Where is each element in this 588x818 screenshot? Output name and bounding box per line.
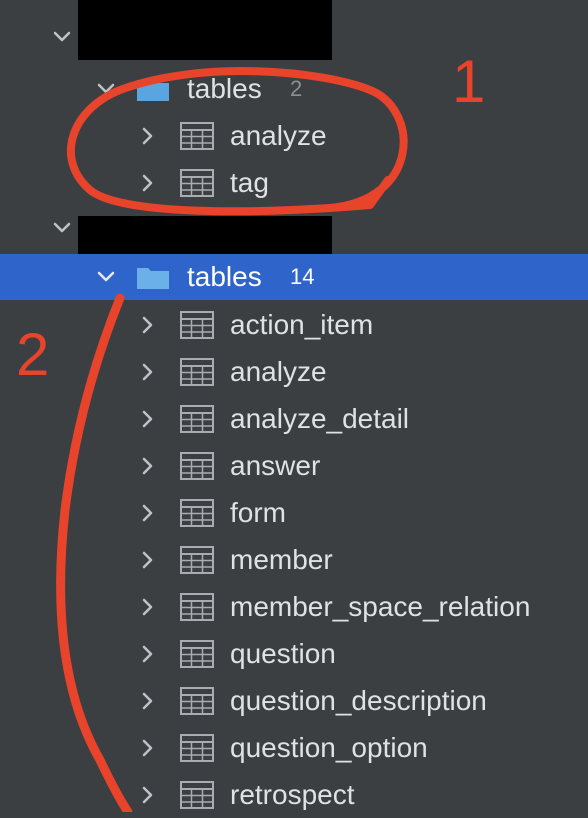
table-name: answer	[230, 450, 321, 481]
chevron-right-icon[interactable]	[136, 360, 160, 384]
chevron-down-icon[interactable]	[94, 265, 118, 289]
table-name: analyze_detail	[230, 403, 410, 434]
table-name: form	[230, 497, 286, 528]
tables-folder-row[interactable]: tables 2	[0, 66, 588, 112]
table-name: question	[230, 638, 336, 669]
table-name: analyze	[230, 356, 327, 387]
table-row[interactable]: analyze	[0, 113, 588, 159]
table-icon	[180, 687, 214, 715]
chevron-right-icon[interactable]	[136, 171, 160, 195]
table-row[interactable]: retrospect	[0, 772, 588, 818]
table-row[interactable]: answer	[0, 443, 588, 489]
table-icon	[180, 311, 214, 339]
table-name: member	[230, 544, 333, 575]
table-row[interactable]: analyze_detail	[0, 396, 588, 442]
chevron-right-icon[interactable]	[136, 783, 160, 807]
annotation-label-1: 1	[452, 48, 486, 115]
table-icon	[180, 546, 214, 574]
table-row[interactable]: action_item	[0, 302, 588, 348]
table-icon	[180, 640, 214, 668]
table-name: question_description	[230, 685, 487, 716]
chevron-right-icon[interactable]	[136, 501, 160, 525]
chevron-right-icon[interactable]	[136, 736, 160, 760]
chevron-down-icon[interactable]	[94, 77, 118, 101]
table-row[interactable]: analyze	[0, 349, 588, 395]
chevron-right-icon[interactable]	[136, 313, 160, 337]
table-icon	[180, 593, 214, 621]
folder-icon	[136, 264, 170, 290]
table-name: retrospect	[230, 779, 355, 810]
chevron-right-icon[interactable]	[136, 689, 160, 713]
table-icon	[180, 452, 214, 480]
table-icon	[180, 122, 214, 150]
chevron-right-icon[interactable]	[136, 454, 160, 478]
folder-count: 2	[290, 76, 303, 101]
table-name: member_space_relation	[230, 591, 531, 622]
folder-icon	[136, 76, 170, 102]
tables-folder-row-selected[interactable]: tables 14	[0, 254, 588, 300]
table-row[interactable]: question	[0, 631, 588, 677]
table-name: action_item	[230, 309, 374, 340]
table-row[interactable]: question_description	[0, 678, 588, 724]
chevron-right-icon[interactable]	[136, 595, 160, 619]
folder-count: 14	[290, 264, 315, 289]
chevron-right-icon[interactable]	[136, 642, 160, 666]
table-row[interactable]: member	[0, 537, 588, 583]
table-icon	[180, 358, 214, 386]
redacted-schema-name	[78, 0, 332, 60]
table-name: analyze	[230, 120, 327, 151]
chevron-down-icon[interactable]	[50, 25, 74, 49]
table-name: tag	[230, 167, 269, 198]
chevron-right-icon[interactable]	[136, 124, 160, 148]
table-row[interactable]: form	[0, 490, 588, 536]
chevron-right-icon[interactable]	[136, 548, 160, 572]
redacted-schema-name	[78, 216, 332, 258]
table-row[interactable]: question_option	[0, 725, 588, 771]
table-name: question_option	[230, 732, 428, 763]
chevron-right-icon[interactable]	[136, 407, 160, 431]
table-icon	[180, 405, 214, 433]
table-icon	[180, 169, 214, 197]
table-row[interactable]: tag	[0, 160, 588, 206]
annotation-label-2: 2	[16, 321, 50, 388]
table-icon	[180, 734, 214, 762]
folder-label: tables	[187, 73, 262, 104]
table-row[interactable]: member_space_relation	[0, 584, 588, 630]
chevron-down-icon[interactable]	[50, 216, 74, 240]
table-icon	[180, 499, 214, 527]
table-icon	[180, 781, 214, 809]
folder-label: tables	[187, 261, 262, 292]
